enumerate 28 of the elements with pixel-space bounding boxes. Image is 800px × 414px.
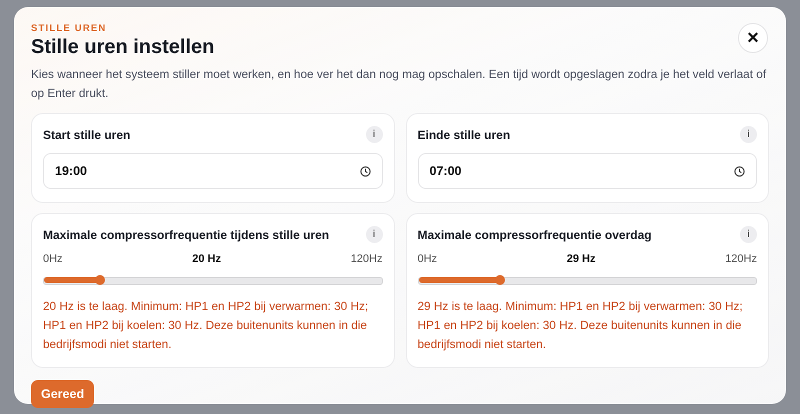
slider-track[interactable]	[418, 277, 757, 285]
clock-icon	[360, 166, 370, 176]
dialog-eyebrow: STILLE UREN	[31, 23, 108, 34]
slider-thumb[interactable]	[95, 275, 106, 285]
min-label: 0Hz	[43, 253, 63, 265]
info-button[interactable]: i	[740, 126, 757, 143]
dialog-title: Stille uren instellen	[31, 36, 214, 59]
slider-track[interactable]	[43, 277, 382, 285]
info-button[interactable]: i	[366, 126, 382, 143]
error-message: 20 Hz is te laag. Minimum: HP1 en HP2 bij verwarmen: 30 Hz; HP1 en HP2 bij koelen: 30 Hz. Deze buitenunits kunnen in die bedrijfsmodi niet starten.	[43, 298, 370, 353]
card-title: Maximale compressorfrequentie overdag	[418, 228, 652, 242]
min-label: 0Hz	[418, 253, 438, 265]
info-button[interactable]: i	[740, 226, 757, 243]
time-field[interactable]: 07:00	[418, 153, 757, 189]
info-button[interactable]: i	[366, 226, 382, 243]
time-field[interactable]: 19:00	[43, 153, 382, 189]
card-title: Maximale compressorfrequentie tijdens stille uren	[43, 228, 330, 242]
error-message: 29 Hz is te laag. Minimum: HP1 en HP2 bij verwarmen: 30 Hz; HP1 en HP2 bij koelen: 30 Hz. Deze buitenunits kunnen in die bedrijfsmodi niet starten.	[418, 298, 744, 353]
card-title: Einde stille uren	[418, 128, 510, 142]
dialog-description: Kies wanneer het systeem stiller moet werken, en hoe ver het dan nog mag opschalen. Een tijd wordt opgeslagen zodra je het veld verlaat of op Enter drukt.	[31, 66, 768, 102]
clock-icon	[734, 166, 745, 176]
max-label: 120Hz	[725, 253, 757, 265]
close-button[interactable]: ×	[738, 23, 768, 53]
max-label: 120Hz	[350, 253, 382, 265]
slider-thumb[interactable]	[495, 275, 506, 285]
slider-value: 20 Hz	[192, 253, 221, 265]
slider-value: 29 Hz	[566, 253, 596, 265]
card-title: Start stille uren	[43, 128, 130, 142]
